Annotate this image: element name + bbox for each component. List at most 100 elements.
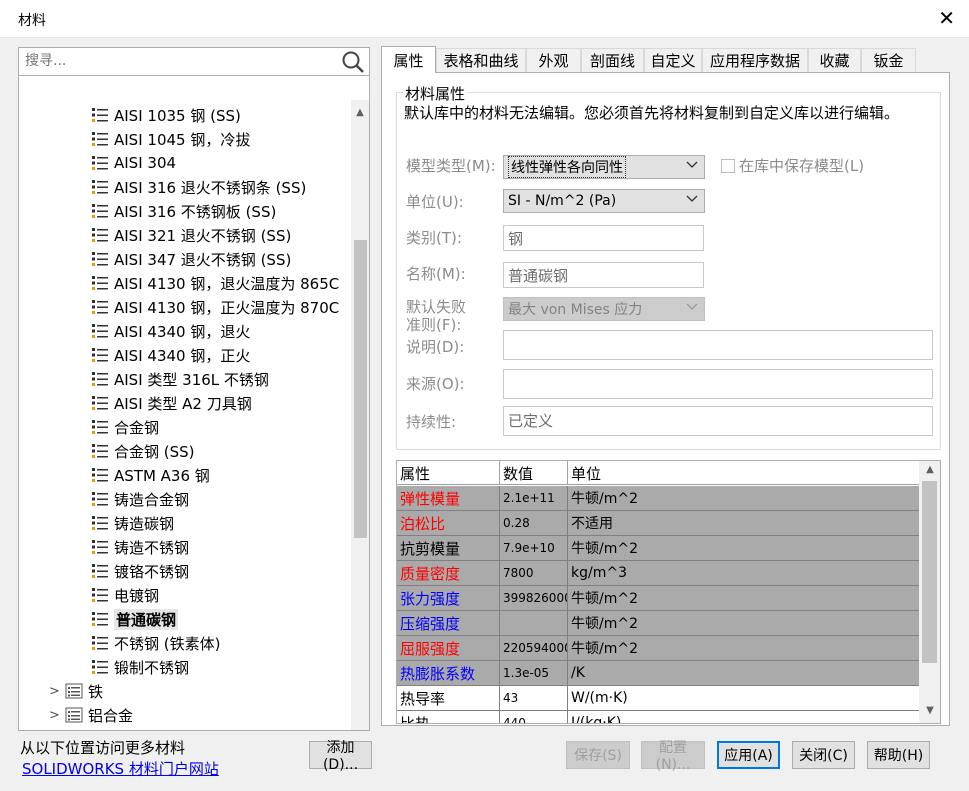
source-field[interactable]	[503, 369, 933, 399]
grid-scrollbar[interactable]: ▲ ▼	[919, 461, 940, 723]
grid-row[interactable]: 张力强度 399826000 牛顿/m^2	[397, 586, 919, 611]
property-unit: 不适用	[568, 511, 919, 536]
tree-scrollbar[interactable]: ▲ ▼	[351, 100, 369, 730]
tab-tables-curves[interactable]: 表格和曲线	[436, 48, 526, 72]
grid-row[interactable]: 热膨胀系数 1.3e-05/K	[397, 661, 919, 686]
tree-item[interactable]: AISI 类型 A2 刀具钢	[91, 391, 252, 415]
model-type-select[interactable]: 线性弹性各向同性	[503, 155, 705, 179]
grid-row[interactable]: 弹性模量 2.1e+11 牛顿/m^2	[397, 486, 919, 511]
property-value[interactable]: 7.9e+10	[500, 536, 568, 561]
tree-item[interactable]: AISI 347 退火不锈钢 (SS)	[91, 247, 291, 271]
chevron-down-icon	[686, 195, 698, 202]
tree-item[interactable]: AISI 321 退火不锈钢 (SS)	[91, 223, 291, 247]
tab-custom[interactable]: 自定义	[644, 48, 702, 72]
grid-row[interactable]: 屈服强度 220594000 牛顿/m^2	[397, 636, 919, 661]
close-button[interactable]: 关闭(C)	[792, 741, 855, 769]
property-value[interactable]: 2.1e+11	[500, 486, 568, 511]
scroll-thumb[interactable]	[354, 240, 367, 538]
header-unit[interactable]: 单位	[568, 461, 919, 485]
tree-item[interactable]: 锻制不锈钢	[91, 655, 189, 679]
property-value[interactable]	[500, 611, 568, 636]
sustainability-field[interactable]: 已定义	[503, 406, 933, 436]
tab-properties[interactable]: 属性	[381, 46, 436, 73]
tab-sheet-metal[interactable]: 钣金	[861, 48, 916, 72]
property-value[interactable]: 1.3e-05	[500, 661, 568, 686]
tree-folder[interactable]: > 铁	[49, 679, 103, 703]
tree-item[interactable]: 铸造碳钢	[91, 511, 174, 535]
search-box	[18, 47, 370, 76]
tree-item[interactable]: 合金钢 (SS)	[91, 439, 195, 463]
search-icon[interactable]	[341, 50, 365, 74]
materials-portal-link[interactable]: SOLIDWORKS 材料门户网站	[22, 758, 219, 779]
tree-item[interactable]: 镀铬不锈钢	[91, 559, 189, 583]
tree-item[interactable]: AISI 1035 钢 (SS)	[91, 103, 241, 127]
close-icon[interactable]: ✕	[938, 6, 955, 30]
grid-row[interactable]: 热导率 43 W/(m·K)	[397, 686, 919, 711]
grid-row[interactable]: 抗剪模量 7.9e+10 牛顿/m^2	[397, 536, 919, 561]
tree-item-label: 合金钢 (SS)	[114, 442, 195, 461]
property-value[interactable]: 0.28	[500, 511, 568, 536]
list-icon	[92, 156, 108, 170]
tree-item[interactable]: AISI 4130 钢，正火温度为 870C	[91, 295, 339, 319]
apply-button[interactable]: 应用(A)	[717, 741, 780, 769]
header-value[interactable]: 数值	[500, 461, 568, 485]
tree-item[interactable]: 普通碳钢	[91, 607, 179, 631]
property-value[interactable]: 220594000	[500, 636, 568, 661]
description-field[interactable]	[503, 330, 933, 360]
grid-row[interactable]: 压缩强度 牛顿/m^2	[397, 611, 919, 636]
tree-folder[interactable]: > 铝合金	[49, 703, 133, 727]
property-unit: 牛顿/m^2	[568, 486, 919, 511]
save-in-library-checkbox[interactable]: 在库中保存模型(L)	[721, 155, 864, 176]
grid-row[interactable]: 比热 440 J/(kg·K)	[397, 711, 919, 723]
tree-item[interactable]: AISI 4340 钢，正火	[91, 343, 250, 367]
tree-item[interactable]: AISI 类型 316L 不锈钢	[91, 367, 269, 391]
tree-item-label: AISI 316 退火不锈钢条 (SS)	[114, 178, 307, 197]
config-button[interactable]: 配置(N)...	[641, 740, 705, 773]
tab-favorites[interactable]: 收藏	[808, 48, 861, 72]
scroll-up-icon[interactable]: ▲	[351, 104, 369, 122]
header-property[interactable]: 属性	[397, 461, 500, 485]
tab-crosshatch[interactable]: 剖面线	[581, 48, 644, 72]
chevron-right-icon[interactable]: >	[49, 708, 65, 723]
tree-item[interactable]: 铸造合金钢	[91, 487, 189, 511]
chevron-right-icon[interactable]: >	[49, 684, 65, 699]
tab-appearance[interactable]: 外观	[526, 48, 581, 72]
category-field[interactable]: 钢	[503, 225, 704, 251]
tree-item[interactable]: 电镀钢	[91, 583, 159, 607]
list-icon	[92, 396, 108, 410]
tree-item[interactable]: 合金钢	[91, 415, 159, 439]
property-name: 质量密度	[397, 561, 500, 586]
grid-row[interactable]: 质量密度 7800 kg/m^3	[397, 561, 919, 586]
add-button[interactable]: 添加(D)...	[309, 740, 372, 773]
tree-item[interactable]: AISI 1045 钢，冷拔	[91, 127, 250, 151]
scroll-down-icon[interactable]: ▼	[921, 705, 939, 716]
tree-item[interactable]: 铸造不锈钢	[91, 535, 189, 559]
tree-item[interactable]: 不锈钢 (铁素体)	[91, 631, 220, 655]
list-icon	[92, 372, 108, 386]
units-select[interactable]: SI - N/m^2 (Pa)	[503, 189, 705, 213]
tree-item[interactable]: AISI 316 不锈钢板 (SS)	[91, 199, 276, 223]
tree-item[interactable]: ASTM A36 钢	[91, 463, 210, 487]
save-button[interactable]: 保存(S)	[566, 741, 630, 769]
list-icon	[92, 444, 108, 458]
tree-item[interactable]: AISI 316 退火不锈钢条 (SS)	[91, 175, 306, 199]
tree-item[interactable]: AISI 4130 钢，退火温度为 865C	[91, 271, 339, 295]
property-value[interactable]: 399826000	[500, 586, 568, 611]
property-value[interactable]: 7800	[500, 561, 568, 586]
tree-item[interactable]: AISI 304	[91, 151, 176, 175]
failure-criterion-select[interactable]: 最大 von Mises 应力	[503, 297, 705, 321]
help-button[interactable]: 帮助(H)	[867, 741, 930, 769]
grid-row[interactable]: 泊松比 0.28 不适用	[397, 511, 919, 536]
name-field[interactable]: 普通碳钢	[503, 262, 704, 288]
scroll-thumb[interactable]	[922, 481, 937, 663]
tree-item-label: AISI 4130 钢，退火温度为 865C	[114, 274, 340, 293]
search-input[interactable]	[23, 48, 333, 74]
list-icon	[92, 324, 108, 338]
scroll-up-icon[interactable]: ▲	[921, 464, 939, 475]
property-value[interactable]: 440	[500, 711, 568, 723]
property-value[interactable]: 43	[500, 686, 568, 711]
tree-item-label: AISI 1035 钢 (SS)	[114, 106, 241, 125]
tree-item[interactable]: AISI 4340 钢，退火	[91, 319, 250, 343]
checkbox-box[interactable]	[721, 158, 735, 173]
tab-application-data[interactable]: 应用程序数据	[702, 48, 808, 72]
